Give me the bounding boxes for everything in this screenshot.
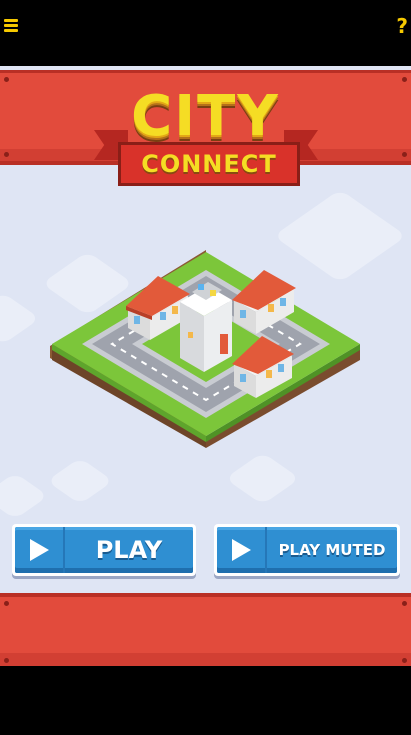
title-ribbon: CONNECT <box>118 142 300 186</box>
bottom-bar <box>0 666 411 735</box>
play-triangle-icon <box>217 527 267 573</box>
play-label: PLAY <box>95 536 163 564</box>
rivet <box>402 152 407 157</box>
menu-icon[interactable] <box>4 19 18 35</box>
play-muted-label: PLAY MUTED <box>278 541 386 559</box>
play-button-face: PLAY <box>15 527 193 573</box>
rivet <box>402 601 407 606</box>
play-muted-button[interactable]: PLAY MUTED <box>214 524 400 576</box>
rivet <box>4 152 9 157</box>
city-island-illustration <box>50 248 360 448</box>
play-triangle-icon <box>15 527 65 573</box>
bottom-banner <box>0 593 411 666</box>
cloud-decoration <box>0 292 40 345</box>
help-button[interactable]: ? <box>396 14 408 38</box>
cloud-decoration <box>46 457 114 505</box>
rivet <box>4 77 9 82</box>
rivet <box>402 77 407 82</box>
rivet <box>402 658 407 663</box>
cloud-decoration <box>225 452 300 505</box>
game-stage: CITY CONNECT PLAY PLAY MUTED <box>0 66 411 666</box>
play-button[interactable]: PLAY <box>12 524 196 576</box>
cloud-decoration <box>0 472 49 520</box>
top-bar: ? <box>0 0 411 66</box>
rivet <box>4 601 9 606</box>
title-connect: CONNECT <box>141 150 277 178</box>
title-city: CITY <box>131 84 280 149</box>
play-muted-button-face: PLAY MUTED <box>217 527 397 573</box>
rivet <box>4 658 9 663</box>
